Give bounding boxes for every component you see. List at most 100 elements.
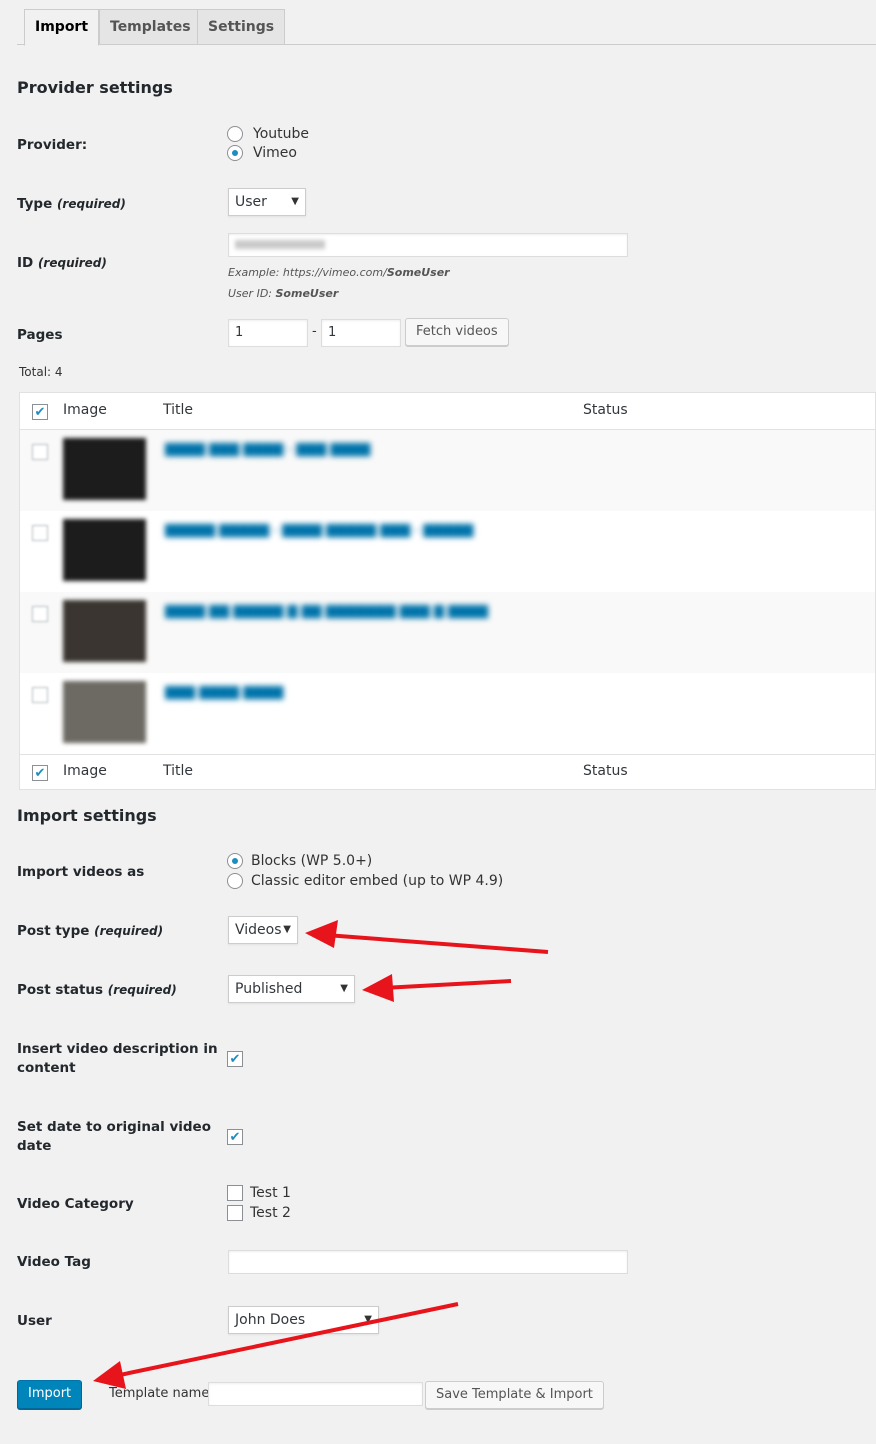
user-label: User [17, 1313, 52, 1329]
provider-label: Provider: [17, 137, 88, 153]
insert-description-line-1: Insert video description in [17, 1041, 218, 1057]
radio-blocks[interactable] [227, 853, 243, 869]
video-title-link[interactable]: ▇▇▇▇ ▇▇ ▇▇▇▇▇ ▇ ▇▇ ▇▇▇▇▇▇▇ ▇▇▇ ▇ ▇▇▇▇ [165, 604, 488, 619]
tab-import[interactable]: Import [24, 9, 100, 46]
id-example-prefix: Example: https://vimeo.com/ [228, 266, 387, 279]
user-value: John Does [235, 1312, 306, 1328]
import-settings-heading: Import settings [17, 806, 157, 825]
post-status-select[interactable]: Published ▼ [228, 975, 355, 1003]
id-userid-prefix: User ID: [228, 287, 276, 300]
tab-templates[interactable]: Templates [99, 9, 202, 45]
post-type-label-text: Post type [17, 923, 90, 939]
provider-settings-heading: Provider settings [17, 78, 173, 97]
post-status-label: Post status (required) [17, 981, 177, 1000]
video-title-link[interactable]: ▇▇▇▇▇ ▇▇▇▇▇ - ▇▇▇▇ ▇▇▇▇▇ ▇▇▇ - ▇▇▇▇▇ [165, 523, 473, 538]
id-required: (required) [37, 256, 107, 270]
fetch-videos-button[interactable]: Fetch videos [405, 318, 509, 346]
id-example-help: Example: https://vimeo.com/SomeUser [228, 266, 450, 279]
video-category-label: Video Category [17, 1196, 134, 1212]
video-thumbnail [63, 438, 146, 500]
post-type-value: Videos [235, 922, 282, 938]
provider-option-youtube[interactable]: Youtube [227, 126, 309, 142]
chevron-down-icon: ▼ [283, 924, 291, 935]
footer-divider [20, 754, 875, 755]
row-checkbox[interactable] [32, 444, 48, 460]
id-userid-value: SomeUser [275, 287, 339, 300]
video-thumbnail [63, 519, 146, 581]
post-type-select[interactable]: Videos ▼ [228, 916, 298, 944]
post-status-value: Published [235, 981, 303, 997]
set-date-checkbox[interactable]: ✔ [227, 1129, 243, 1145]
row-checkbox[interactable] [32, 606, 48, 622]
row-checkbox[interactable] [32, 525, 48, 541]
videos-table: ✔ Image Title Status ▇▇▇▇ ▇▇▇ ▇▇▇▇ - ▇▇▇… [19, 392, 876, 790]
pages-to-input[interactable]: 1 [321, 319, 401, 347]
video-title-link[interactable]: ▇▇▇▇ ▇▇▇ ▇▇▇▇ - ▇▇▇ ▇▇▇▇ [165, 442, 370, 457]
category-checkbox[interactable] [227, 1185, 243, 1201]
import-as-blocks[interactable]: Blocks (WP 5.0+) [227, 853, 372, 869]
provider-option-vimeo[interactable]: Vimeo [227, 145, 297, 161]
pages-separator: - [312, 324, 317, 339]
arrow-post-type [305, 920, 549, 954]
redacted-value [235, 240, 325, 249]
set-date-label: Set date to original video date [17, 1118, 211, 1156]
category-test-1[interactable]: Test 1 [227, 1185, 291, 1201]
id-label: ID (required) [17, 254, 107, 273]
column-status: Status [583, 402, 628, 418]
post-status-required: (required) [107, 983, 177, 997]
id-userid-help: User ID: SomeUser [228, 287, 338, 300]
column-image-footer: Image [63, 763, 107, 779]
video-tag-label: Video Tag [17, 1254, 91, 1270]
category-test-2[interactable]: Test 2 [227, 1205, 291, 1221]
tab-settings[interactable]: Settings [197, 9, 286, 45]
table-row: ▇▇▇▇ ▇▇ ▇▇▇▇▇ ▇ ▇▇ ▇▇▇▇▇▇▇ ▇▇▇ ▇ ▇▇▇▇ [20, 592, 875, 673]
type-required: (required) [56, 197, 126, 211]
category-checkbox[interactable] [227, 1205, 243, 1221]
import-button[interactable]: Import [17, 1380, 83, 1409]
user-select[interactable]: John Does ▼ [228, 1306, 379, 1334]
id-label-text: ID [17, 255, 34, 271]
type-label: Type (required) [17, 195, 126, 214]
select-all-checkbox-top[interactable]: ✔ [32, 404, 48, 420]
row-checkbox[interactable] [32, 687, 48, 703]
column-status-footer: Status [583, 763, 628, 779]
insert-description-label: Insert video description in content [17, 1040, 218, 1078]
video-tag-input[interactable] [228, 1250, 628, 1274]
pages-from-input[interactable]: 1 [228, 319, 308, 347]
category-label: Test 2 [250, 1205, 291, 1221]
post-status-label-text: Post status [17, 982, 104, 998]
set-date-line-2: date [17, 1138, 52, 1154]
radio-vimeo[interactable] [227, 145, 243, 161]
table-row: ▇▇▇▇▇ ▇▇▇▇▇ - ▇▇▇▇ ▇▇▇▇▇ ▇▇▇ - ▇▇▇▇▇ [20, 511, 875, 592]
import-as-option-label: Classic editor embed (up to WP 4.9) [251, 873, 504, 889]
provider-option-label: Youtube [253, 126, 309, 142]
table-row: ▇▇▇ ▇▇▇▇ ▇▇▇▇ [20, 673, 875, 754]
select-all-checkbox-bottom[interactable]: ✔ [32, 765, 48, 781]
total-count: Total: 4 [19, 365, 63, 379]
import-as-option-label: Blocks (WP 5.0+) [251, 853, 373, 869]
type-select[interactable]: User ▼ [228, 188, 306, 216]
provider-option-label: Vimeo [253, 145, 297, 161]
insert-description-line-2: content [17, 1060, 76, 1076]
set-date-line-1: Set date to original video [17, 1119, 211, 1135]
chevron-down-icon: ▼ [364, 1314, 372, 1325]
import-as-classic[interactable]: Classic editor embed (up to WP 4.9) [227, 873, 503, 889]
post-type-label: Post type (required) [17, 922, 163, 941]
radio-youtube[interactable] [227, 126, 243, 142]
type-select-value: User [235, 194, 267, 210]
column-image: Image [63, 402, 107, 418]
chevron-down-icon: ▼ [291, 196, 299, 207]
post-type-required: (required) [94, 924, 164, 938]
id-input[interactable] [228, 233, 628, 257]
template-name-label: Template name: [109, 1386, 214, 1401]
table-row: ▇▇▇▇ ▇▇▇ ▇▇▇▇ - ▇▇▇ ▇▇▇▇ [20, 430, 875, 511]
import-as-label: Import videos as [17, 864, 145, 880]
save-template-import-button[interactable]: Save Template & Import [425, 1381, 604, 1409]
video-thumbnail [63, 681, 146, 743]
video-title-link[interactable]: ▇▇▇ ▇▇▇▇ ▇▇▇▇ [165, 685, 283, 700]
pages-label: Pages [17, 327, 63, 343]
category-label: Test 1 [250, 1185, 291, 1201]
radio-classic[interactable] [227, 873, 243, 889]
insert-description-checkbox[interactable]: ✔ [227, 1051, 243, 1067]
template-name-input[interactable] [208, 1382, 423, 1406]
